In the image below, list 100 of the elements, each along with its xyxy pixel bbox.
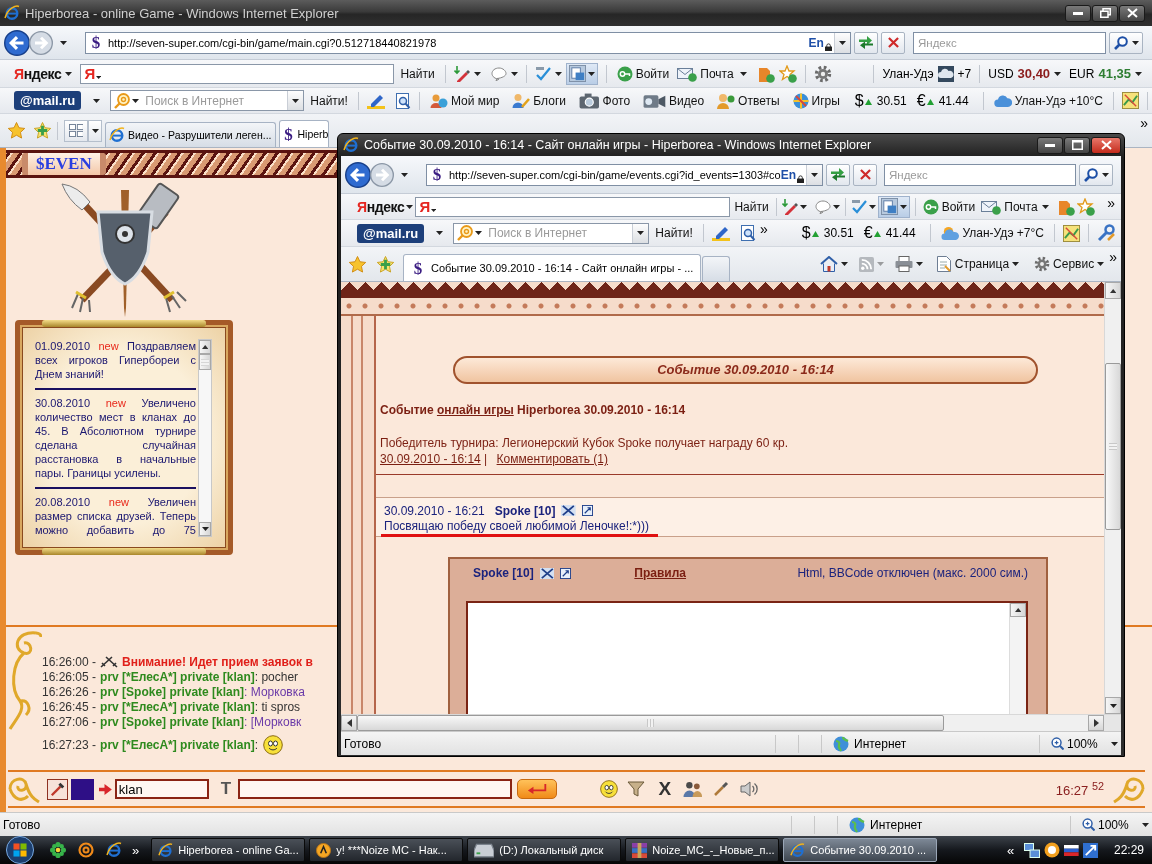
clear-button[interactable]: X: [655, 779, 674, 799]
scroll-thumb[interactable]: [357, 715, 944, 731]
taskbar-button[interactable]: (D:) Локальный диск: [467, 838, 622, 862]
send-button[interactable]: [516, 779, 557, 799]
comment-author[interactable]: Spoke [10]: [494, 503, 556, 518]
pen-icon[interactable]: [781, 198, 798, 215]
toolbar-link[interactable]: Игры: [790, 89, 842, 112]
font-button[interactable]: T: [216, 779, 235, 799]
map-icon[interactable]: [1121, 92, 1139, 109]
people-icon[interactable]: [682, 780, 702, 798]
translate-button[interactable]: [565, 62, 598, 85]
scroll-right-button[interactable]: [1088, 715, 1104, 731]
mail-button[interactable]: Почта: [675, 62, 736, 85]
document-search-icon[interactable]: [739, 225, 756, 241]
chat-sender[interactable]: prv [*ЕлесА*] private [klan]: [100, 669, 255, 684]
game-link[interactable]: онлайн игры: [436, 403, 514, 417]
weather-button[interactable]: Улан-Удэ +10°C: [991, 89, 1105, 112]
caret-icon[interactable]: [832, 204, 840, 209]
yandex-logo[interactable]: Яндекс: [357, 198, 405, 215]
taskbar-button[interactable]: Hiperborea - online Ga...: [151, 838, 306, 862]
caret-icon[interactable]: [799, 204, 807, 209]
caret-icon[interactable]: [1054, 71, 1062, 76]
toolbar-link[interactable]: Мой мир: [427, 89, 502, 112]
star-icon[interactable]: [778, 64, 797, 83]
eyedropper-icon[interactable]: [47, 778, 68, 800]
find-button[interactable]: Найти!: [308, 89, 350, 112]
caret-icon[interactable]: [1135, 71, 1142, 76]
address-field[interactable]: $ http://seven-super.com/cgi-bin/game/events.cgi?id_events=1303#coEn: [426, 163, 823, 186]
caret-icon[interactable]: [554, 71, 562, 76]
minimize-button[interactable]: [1037, 136, 1063, 154]
map-icon[interactable]: [1063, 224, 1080, 242]
more-button[interactable]: »: [1109, 249, 1117, 265]
taskbar-button[interactable]: y! ***Noize MC - Нак...: [309, 838, 464, 862]
comment-author[interactable]: Spoke [10]: [473, 566, 534, 580]
toolbar-link[interactable]: Блоги: [510, 89, 568, 112]
marker-icon[interactable]: [366, 92, 385, 109]
scroll-down-button[interactable]: [1105, 697, 1121, 714]
refresh-button[interactable]: [826, 163, 850, 186]
check-icon[interactable]: [850, 199, 867, 214]
address-dropdown-button[interactable]: [834, 32, 850, 53]
yandex-search-field[interactable]: Я: [80, 63, 395, 84]
flag-icon[interactable]: [1064, 844, 1079, 856]
tab-list-button[interactable]: [88, 119, 102, 142]
address-field[interactable]: $ http://seven-super.com/cgi-bin/game/main.cgi?0.512718440821978 En: [85, 31, 851, 54]
target-icon[interactable]: [78, 842, 94, 858]
find-button[interactable]: Найти: [398, 62, 437, 85]
caret-icon[interactable]: [1041, 204, 1049, 209]
mail-logo[interactable]: @mail.ru: [14, 91, 82, 110]
minimize-button[interactable]: [1065, 4, 1091, 22]
caret-icon[interactable]: [401, 172, 408, 177]
taskbar-button[interactable]: Событие 30.09.2010 ...: [783, 838, 938, 862]
caret-icon[interactable]: [60, 40, 67, 45]
add-favorite-icon[interactable]: [34, 122, 51, 139]
browser-tab[interactable]: $ Событие 30.09.2010 - 16:14 - Сайт онлайн игры - ...: [403, 254, 701, 281]
rules-link[interactable]: Правила: [634, 566, 687, 580]
browser-icon[interactable]: [106, 842, 122, 858]
color-swatch[interactable]: [71, 778, 94, 800]
toolbar-link[interactable]: Ответы: [715, 89, 782, 112]
refresh-button[interactable]: [854, 31, 878, 54]
favorites-star-icon[interactable]: [349, 255, 366, 273]
close-button[interactable]: [1091, 136, 1121, 154]
star-icon[interactable]: [1076, 197, 1095, 216]
tray-expand-button[interactable]: «: [1007, 842, 1015, 858]
scroll-up-button[interactable]: [1010, 603, 1026, 617]
site-logo[interactable]: $EVEN: [22, 153, 106, 175]
brush-icon[interactable]: [712, 781, 729, 797]
tools-menu-button[interactable]: Сервис: [1032, 253, 1107, 275]
caret-icon[interactable]: [93, 98, 101, 103]
caret-icon[interactable]: [510, 71, 518, 76]
find-button[interactable]: Найти!: [653, 222, 695, 244]
back-button[interactable]: [345, 161, 371, 188]
arrow-square-icon[interactable]: [1082, 842, 1098, 858]
weather-button[interactable]: Улан-Удэ +7°C: [938, 222, 1046, 244]
start-button[interactable]: [6, 836, 34, 864]
scroll-thumb[interactable]: [199, 354, 211, 370]
page-menu-button[interactable]: Страница: [933, 253, 1022, 275]
comment-link[interactable]: Комментировать (1): [496, 452, 608, 466]
arrow-square-icon[interactable]: [582, 505, 594, 516]
zoom-control[interactable]: 100%: [1051, 736, 1121, 751]
mail-logo[interactable]: @mail.ru: [357, 223, 425, 243]
add-favorite-icon[interactable]: [377, 255, 394, 273]
home-icon[interactable]: [819, 256, 838, 272]
channel-field[interactable]: klan: [114, 779, 209, 799]
browser-tab[interactable]: Видео - Разрушители леген...: [105, 122, 276, 147]
settings-icon[interactable]: [813, 64, 832, 83]
more-button[interactable]: »: [1107, 195, 1115, 211]
taskbar-button[interactable]: Noize_MC_-_Новые_п...: [625, 838, 780, 862]
flower-icon[interactable]: [50, 842, 66, 858]
zoom-control[interactable]: 100%: [1082, 817, 1152, 832]
toolbar-link[interactable]: Видео: [641, 89, 707, 112]
search-button[interactable]: [1079, 163, 1113, 186]
caret-icon[interactable]: [739, 71, 747, 76]
favorites-star-icon[interactable]: [8, 122, 25, 139]
caret-icon[interactable]: [473, 71, 481, 76]
quick-tabs-button[interactable]: [64, 119, 88, 142]
back-button[interactable]: [4, 29, 30, 56]
date-link[interactable]: 30.09.2010 - 16:14: [380, 452, 481, 466]
browser-tab[interactable]: $ Hiperb: [278, 120, 330, 147]
maximize-button[interactable]: [1064, 136, 1090, 154]
stop-button[interactable]: [881, 31, 905, 54]
